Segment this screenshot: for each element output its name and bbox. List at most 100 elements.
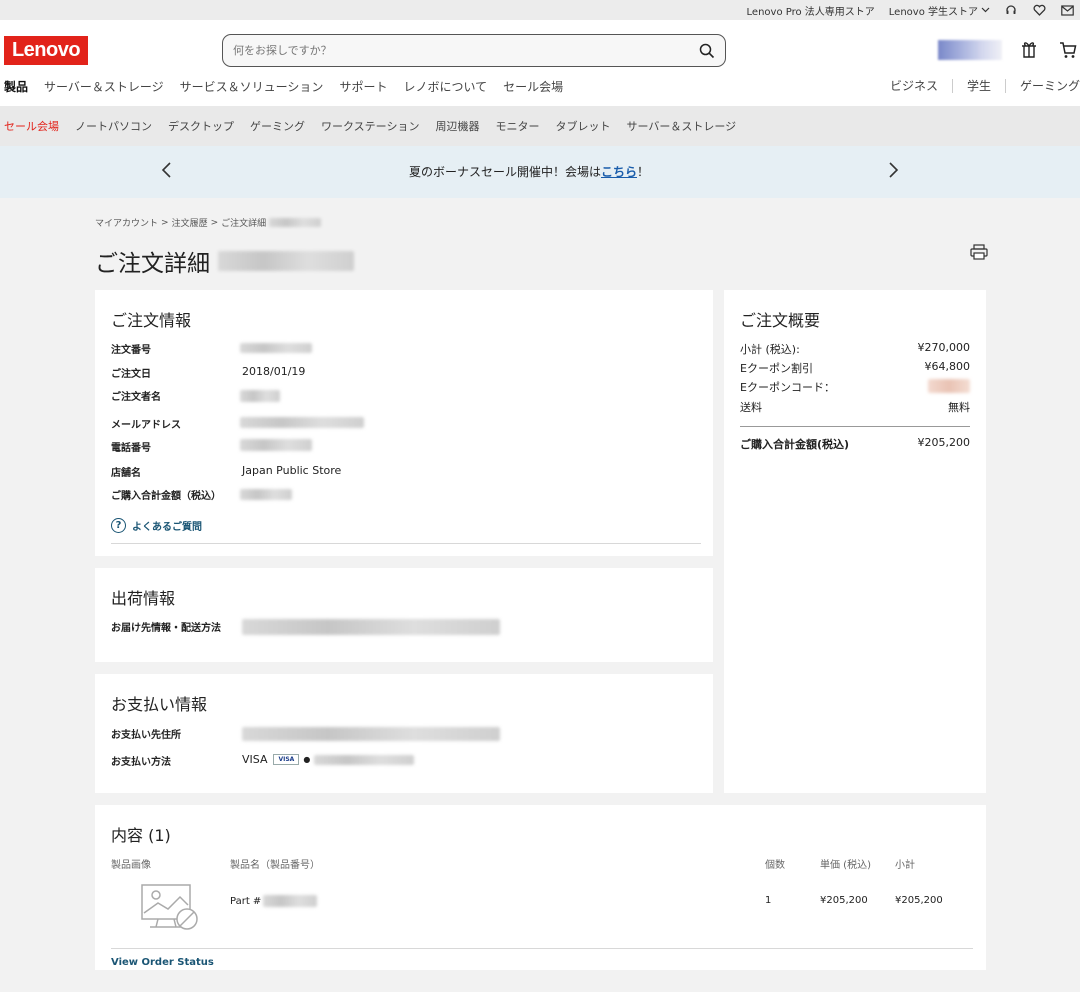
payment-method-text: VISA <box>242 753 268 766</box>
breadcrumb-separator: > <box>161 217 169 228</box>
payment-address-label: お支払い先住所 <box>111 730 181 741</box>
cat-tablets[interactable]: タブレット <box>555 118 610 134</box>
chevron-right-icon[interactable] <box>886 160 900 180</box>
nav-gaming[interactable]: ゲーミング <box>1020 77 1080 94</box>
summary-row-shipping: 送料 無料 <box>740 399 970 415</box>
shipping-title: 出荷情報 <box>111 589 176 608</box>
nav-sale[interactable]: セール会場 <box>503 78 563 95</box>
search-icon[interactable] <box>699 43 715 59</box>
view-order-status-link[interactable]: View Order Status <box>111 957 214 968</box>
nav-support[interactable]: サポート <box>339 78 387 95</box>
summary-row-coupon-discount: Eクーポン割引 ¥64,800 <box>740 360 970 376</box>
category-bar: セール会場 ノートパソコン デスクトップ ゲーミング ワークステーション 周辺機… <box>0 106 1080 146</box>
phone-label: 電話番号 <box>111 443 151 454</box>
main-nav: 製品 サーバー＆ストレージ サービス＆ソリューション サポート レノボについて … <box>4 78 563 95</box>
col-header-image: 製品画像 <box>111 860 151 871</box>
nav-servers[interactable]: サーバー＆ストレージ <box>44 78 164 95</box>
payment-method-label: お支払い方法 <box>111 757 171 768</box>
item-qty: 1 <box>765 895 772 906</box>
payment-card: お支払い情報 お支払い先住所 お支払い方法 VISA VISA ● <box>95 674 713 793</box>
student-store-label: Lenovo 学生ストア <box>888 6 978 18</box>
student-store-link[interactable]: Lenovo 学生ストア <box>889 3 990 18</box>
page-title-text: ご注文詳細 <box>95 251 210 277</box>
cat-sale[interactable]: セール会場 <box>4 118 59 134</box>
nav-products[interactable]: 製品 <box>4 78 28 95</box>
divider <box>1004 78 1006 93</box>
orderer-name-label: ご注文者名 <box>111 392 161 403</box>
redacted-order-number-value <box>240 343 312 353</box>
gift-icon[interactable] <box>1019 40 1039 60</box>
summary-total-label: ご購入合計金額(税込) <box>740 438 850 451</box>
breadcrumb: マイアカウント > 注文履歴 > ご注文詳細 <box>95 216 322 229</box>
divider <box>111 948 973 949</box>
divider <box>111 543 701 544</box>
redacted-shipping-info <box>242 619 500 635</box>
promo-link[interactable]: こちら <box>601 165 637 179</box>
breadcrumb-separator: > <box>210 217 219 228</box>
redacted-payment-address <box>242 727 500 741</box>
item-unit-price: ¥205,200 <box>820 895 868 906</box>
print-icon[interactable] <box>970 244 988 260</box>
redacted-card-number <box>314 754 415 765</box>
headset-icon[interactable] <box>1004 3 1018 17</box>
faq-link[interactable]: ? よくあるご質問 <box>111 518 202 533</box>
item-subtotal: ¥205,200 <box>895 895 943 906</box>
summary-total-value: ¥205,200 <box>917 436 971 449</box>
nav-business[interactable]: ビジネス <box>890 77 938 94</box>
summary-label: Eクーポン割引 <box>740 362 813 375</box>
payment-title: お支払い情報 <box>111 695 208 714</box>
cat-accessories[interactable]: 周辺機器 <box>435 118 479 134</box>
cat-servers[interactable]: サーバー＆ストレージ <box>626 118 736 134</box>
shipping-card: 出荷情報 お届け先情報・配送方法 <box>95 568 713 662</box>
promo-suffix: ！ <box>637 165 650 179</box>
cat-desktops[interactable]: デスクトップ <box>168 118 234 134</box>
shipping-label: お届け先情報・配送方法 <box>111 623 221 634</box>
nav-about[interactable]: レノボについて <box>403 78 487 95</box>
total-label: ご購入合計金額（税込） <box>111 491 221 502</box>
cart-icon[interactable] <box>1058 40 1078 60</box>
promo-prefix: 夏のボーナスセール開催中！会場は <box>408 165 601 179</box>
lenovo-pro-link[interactable]: Lenovo Pro 法人専用ストア <box>747 3 875 18</box>
summary-value: 無料 <box>948 401 970 414</box>
redacted-phone <box>240 439 312 451</box>
order-date-label: ご注文日 <box>111 369 151 380</box>
summary-value: ¥64,800 <box>924 360 971 373</box>
search-box[interactable] <box>222 34 726 67</box>
order-info-card: ご注文情報 注文番号 ご注文日 2018/01/19 ご注文者名 メールアドレス… <box>95 290 713 556</box>
site-header: Lenovo 製品 サーバー＆ストレージ サービス＆ソリューション サポート レ… <box>0 20 1080 106</box>
cat-gaming[interactable]: ゲーミング <box>250 118 305 134</box>
order-info-title: ご注文情報 <box>111 311 192 330</box>
nav-student[interactable]: 学生 <box>967 77 991 94</box>
col-header-qty: 個数 <box>765 860 785 871</box>
segment-nav: ビジネス 学生 ゲーミング <box>890 77 1080 94</box>
redacted-email <box>240 417 364 428</box>
breadcrumb-my-account[interactable]: マイアカウント <box>95 216 158 229</box>
promo-banner: 夏のボーナスセール開催中！会場はこちら！ <box>0 146 1080 198</box>
contents-title: 内容 (1) <box>111 826 171 845</box>
item-part-number: Part # <box>230 895 318 907</box>
col-header-unit-price: 単価 (税込) <box>820 860 871 871</box>
heart-icon[interactable] <box>1032 3 1046 17</box>
breadcrumb-order-history[interactable]: 注文履歴 <box>172 216 208 229</box>
search-input[interactable] <box>233 44 699 57</box>
chevron-down-icon <box>981 7 990 13</box>
redacted-orderer-name <box>240 390 280 402</box>
cat-monitors[interactable]: モニター <box>495 118 539 134</box>
mail-icon[interactable] <box>1060 3 1074 17</box>
summary-label: Eクーポンコード： <box>740 381 835 394</box>
utility-bar: Lenovo Pro 法人専用ストア Lenovo 学生ストア <box>0 0 1080 20</box>
redacted-order-number <box>218 251 354 271</box>
masked-dot: ● <box>303 755 311 764</box>
question-icon: ? <box>111 518 126 533</box>
nav-services[interactable]: サービス＆ソリューション <box>180 78 324 95</box>
summary-row-total: ご購入合計金額(税込) ¥205,200 <box>740 436 970 452</box>
email-label: メールアドレス <box>111 420 181 431</box>
summary-label: 送料 <box>740 401 762 414</box>
page-title: ご注文詳細 <box>95 244 354 278</box>
redacted-part-number <box>263 895 318 907</box>
lenovo-logo[interactable]: Lenovo <box>4 36 88 65</box>
user-avatar[interactable] <box>938 40 1002 60</box>
cat-workstations[interactable]: ワークステーション <box>321 118 419 134</box>
cat-notebooks[interactable]: ノートパソコン <box>75 118 152 134</box>
order-number-label: 注文番号 <box>111 345 151 356</box>
